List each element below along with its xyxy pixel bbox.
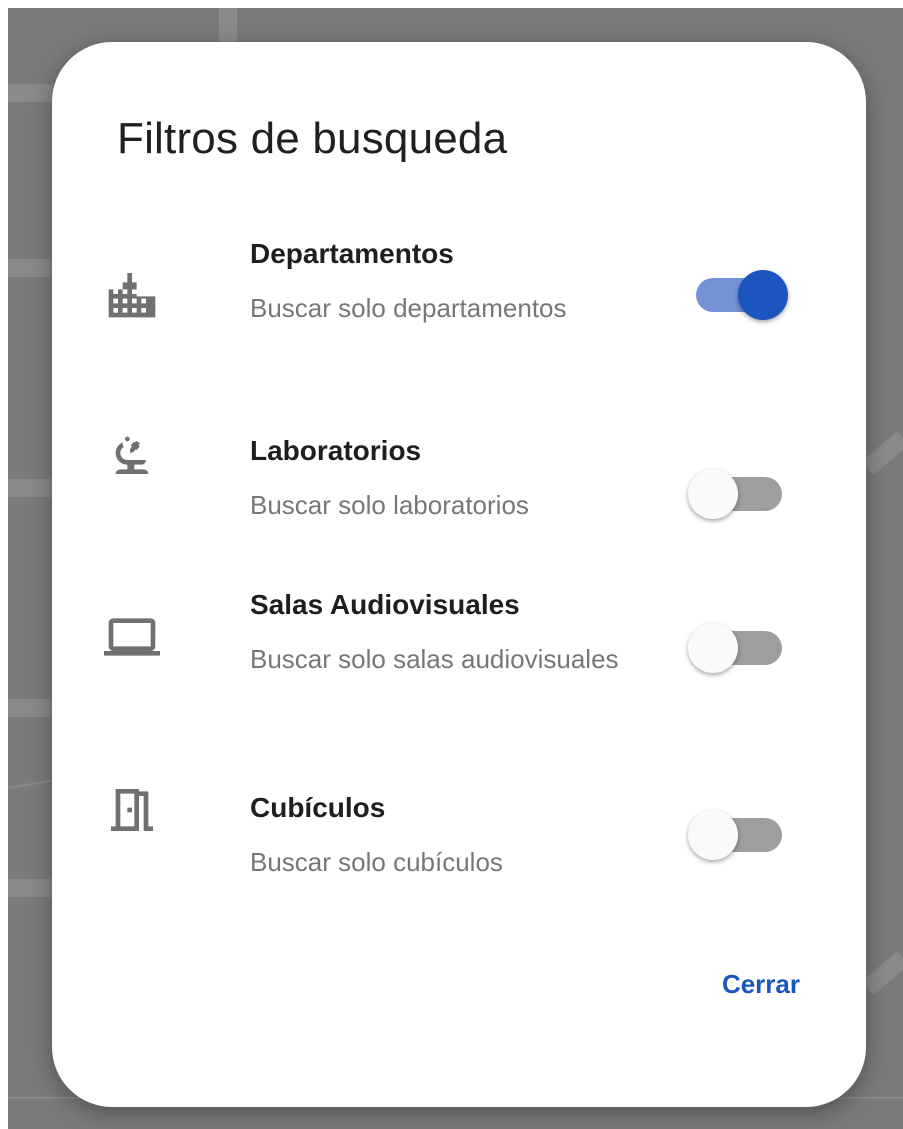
toggle-thumb	[688, 623, 738, 673]
door-icon	[104, 782, 160, 838]
filter-label: Salas Audiovisuales	[250, 589, 520, 620]
filter-label: Cubículos	[250, 792, 386, 823]
filter-row-departamentos: Departamentos Buscar solo departamentos	[52, 238, 866, 388]
cubiculos-toggle[interactable]	[688, 806, 792, 860]
dialog-title: Filtros de busqueda	[117, 114, 508, 163]
filter-description: Buscar solo salas audiovisuales	[250, 644, 619, 674]
filter-description: Buscar solo cubículos	[250, 847, 503, 877]
toggle-thumb	[688, 810, 738, 860]
building-icon	[104, 266, 160, 322]
laptop-icon	[104, 609, 160, 665]
filter-row-laboratorios: Laboratorios Buscar solo laboratorios	[52, 435, 866, 535]
filter-description: Buscar solo laboratorios	[250, 490, 529, 520]
salas-audiovisuales-toggle[interactable]	[688, 619, 792, 673]
filter-description: Buscar solo departamentos	[250, 293, 567, 323]
search-filters-dialog: Filtros de busqueda Departamentos Buscar…	[52, 42, 866, 1107]
filter-label: Departamentos	[250, 238, 454, 269]
toggle-thumb	[688, 469, 738, 519]
filter-row-cubiculos: Cubículos Buscar solo cubículos	[52, 789, 866, 892]
filter-label: Laboratorios	[250, 435, 422, 466]
laboratorios-toggle[interactable]	[688, 465, 792, 519]
close-button[interactable]: Cerrar	[664, 952, 800, 1016]
microscope-icon	[104, 425, 160, 481]
toggle-thumb	[738, 270, 788, 320]
departamentos-toggle[interactable]	[688, 266, 792, 320]
filter-row-salas-audiovisuales: Salas Audiovisuales Buscar solo salas au…	[52, 589, 866, 739]
